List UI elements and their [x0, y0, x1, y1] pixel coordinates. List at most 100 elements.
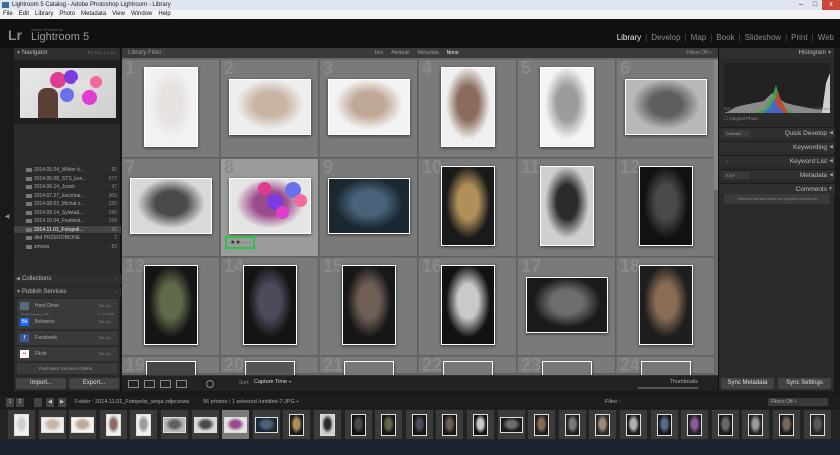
grid-cell[interactable]: 2: [221, 58, 319, 158]
module-map[interactable]: Map: [691, 33, 707, 42]
zoom-fill[interactable]: FILL: [95, 50, 103, 55]
navigator-header[interactable]: ▼ Navigator FIT FILL 1:1 3:1: [14, 48, 120, 58]
menu-metadata[interactable]: Metadata: [81, 10, 106, 19]
filmstrip-cell[interactable]: [467, 410, 494, 439]
grid-cell-selected[interactable]: 8 ★★ · · ·: [221, 157, 319, 257]
photo-thumbnail[interactable]: [540, 67, 594, 147]
grid-cell[interactable]: 19: [122, 355, 220, 377]
photo-thumbnail[interactable]: [328, 79, 410, 135]
grid-cell[interactable]: 4: [419, 58, 517, 158]
collections-header[interactable]: ◀ Collections +: [14, 274, 121, 284]
grid-cell[interactable]: 12: [617, 157, 715, 257]
right-panel-toggle[interactable]: [834, 48, 840, 391]
filmstrip-cell[interactable]: [803, 410, 831, 439]
keywording-header[interactable]: Keywording ◀: [719, 141, 835, 152]
find-more-services-button[interactable]: Find More Services Online...: [17, 363, 118, 374]
grid-cell[interactable]: 3: [320, 58, 418, 158]
filmstrip-cell[interactable]: [528, 410, 556, 439]
sync-settings-button[interactable]: Sync Settings: [778, 378, 831, 389]
filter-text[interactable]: Text: [374, 48, 383, 58]
folder-item[interactable]: 2014.07.27_kaczmar... 300: [14, 192, 121, 200]
photo-thumbnail[interactable]: [639, 166, 693, 246]
folder-item[interactable]: 2014.05.08_STS_kon... 677: [14, 175, 121, 183]
menu-library[interactable]: Library: [35, 10, 53, 19]
grid-cell[interactable]: 11: [518, 157, 616, 257]
module-develop[interactable]: Develop: [651, 33, 680, 42]
compare-view-button[interactable]: [160, 380, 171, 388]
filmstrip-filters-off-dropdown[interactable]: Filters Off ÷: [768, 398, 828, 406]
menu-help[interactable]: Help: [158, 10, 170, 19]
filmstrip-cell[interactable]: [558, 410, 586, 439]
folder-item[interactable]: zmona 83: [14, 243, 121, 251]
photo-thumbnail[interactable]: [625, 79, 707, 135]
photo-thumbnail[interactable]: [144, 67, 198, 147]
zoom-1-1[interactable]: 1:1: [104, 50, 110, 55]
import-button[interactable]: Import...: [16, 378, 66, 389]
loupe-view-button[interactable]: [144, 380, 155, 388]
photo-thumbnail[interactable]: [130, 178, 212, 234]
photo-thumbnail[interactable]: [144, 265, 198, 345]
module-web[interactable]: Web: [818, 33, 834, 42]
filmstrip-cell[interactable]: [130, 410, 158, 439]
keyword-list-header[interactable]: + Keyword List ◀: [719, 155, 835, 166]
filmstrip-cell[interactable]: [589, 410, 617, 439]
photo-thumbnail[interactable]: [526, 277, 608, 333]
module-library[interactable]: Library: [617, 33, 641, 42]
metadata-preset-dropdown[interactable]: EXIF: [724, 172, 750, 179]
filmstrip-cell[interactable]: [497, 410, 525, 439]
navigator-preview[interactable]: [14, 60, 120, 124]
grid-cell[interactable]: 15: [320, 256, 418, 356]
spray-can-icon[interactable]: [206, 380, 214, 388]
publish-flickr[interactable]: •• Flickr Set Up...: [17, 347, 118, 361]
grid-cell[interactable]: 17: [518, 256, 616, 356]
folder-path[interactable]: Folder : 2014.11.01_Fotopolis_sesja zdje…: [75, 397, 189, 408]
menu-photo[interactable]: Photo: [59, 10, 75, 19]
filmstrip-cell[interactable]: [375, 410, 403, 439]
grid-cell[interactable]: 9: [320, 157, 418, 257]
photo-thumbnail[interactable]: [328, 178, 410, 234]
grid-cell[interactable]: 7: [122, 157, 220, 257]
maximize-button[interactable]: □: [808, 0, 822, 10]
filmstrip-cell[interactable]: [314, 410, 341, 439]
folder-item[interactable]: 2014.05.04_Wiktor k... 82: [14, 166, 121, 175]
add-keyword-icon[interactable]: +: [724, 158, 750, 165]
filmstrip-cell[interactable]: [99, 410, 127, 439]
photo-thumbnail[interactable]: [639, 265, 693, 345]
grid-cell[interactable]: 13: [122, 256, 220, 356]
preset-dropdown[interactable]: Defaults: [724, 130, 750, 137]
publish-behance[interactable]: Bē Behance Set Up...: [17, 315, 118, 329]
left-panel-toggle[interactable]: ◀: [0, 48, 14, 391]
sync-metadata-button[interactable]: Sync Metadata: [721, 378, 774, 389]
survey-view-button[interactable]: [176, 380, 187, 388]
filmstrip-cell[interactable]: [436, 410, 464, 439]
photo-thumbnail[interactable]: [243, 265, 297, 345]
grid-cell[interactable]: 24: [617, 355, 715, 377]
star-rating[interactable]: ★★ · · ·: [225, 236, 255, 249]
filmstrip-cell[interactable]: [742, 410, 770, 439]
publish-facebook[interactable]: f Facebook Set Up...: [17, 331, 118, 345]
grid-cell[interactable]: 5: [518, 58, 616, 158]
grid-cell[interactable]: 21: [320, 355, 418, 377]
back-arrow-icon[interactable]: ◀: [46, 398, 54, 407]
grid-cell[interactable]: 14: [221, 256, 319, 356]
selection-info[interactable]: 56 photos / 1 selected /untitled-7.JPG ÷: [203, 397, 299, 408]
export-button[interactable]: Export...: [69, 378, 119, 389]
publish-hard-drive[interactable]: Hard Drive Set Up...: [17, 299, 118, 313]
photo-thumbnail[interactable]: [229, 79, 311, 135]
quick-develop-header[interactable]: Defaults Quick Develop ◀: [719, 127, 835, 138]
thumbnail-size-slider[interactable]: [638, 387, 698, 389]
photo-thumbnail[interactable]: [229, 178, 311, 234]
menu-file[interactable]: File: [3, 10, 13, 19]
metadata-header[interactable]: EXIF Metadata ◀: [719, 169, 835, 180]
photo-thumbnail[interactable]: [342, 265, 396, 345]
filmstrip-cell[interactable]: [650, 410, 678, 439]
grid-cell[interactable]: 20: [221, 355, 319, 377]
grid-view-button[interactable]: [128, 380, 139, 388]
grid-cell[interactable]: 1: [122, 58, 220, 158]
grid-cell[interactable]: 16: [419, 256, 517, 356]
page-1-button[interactable]: 1: [6, 398, 14, 407]
folder-item[interactable]: 2014.06.14_Jozek 47: [14, 183, 121, 192]
filmstrip-cell-selected[interactable]: [222, 410, 250, 439]
grid-cell[interactable]: 22: [419, 355, 517, 377]
folder-item-selected[interactable]: 2014.11.01_Fotopoli... 56: [14, 225, 121, 234]
